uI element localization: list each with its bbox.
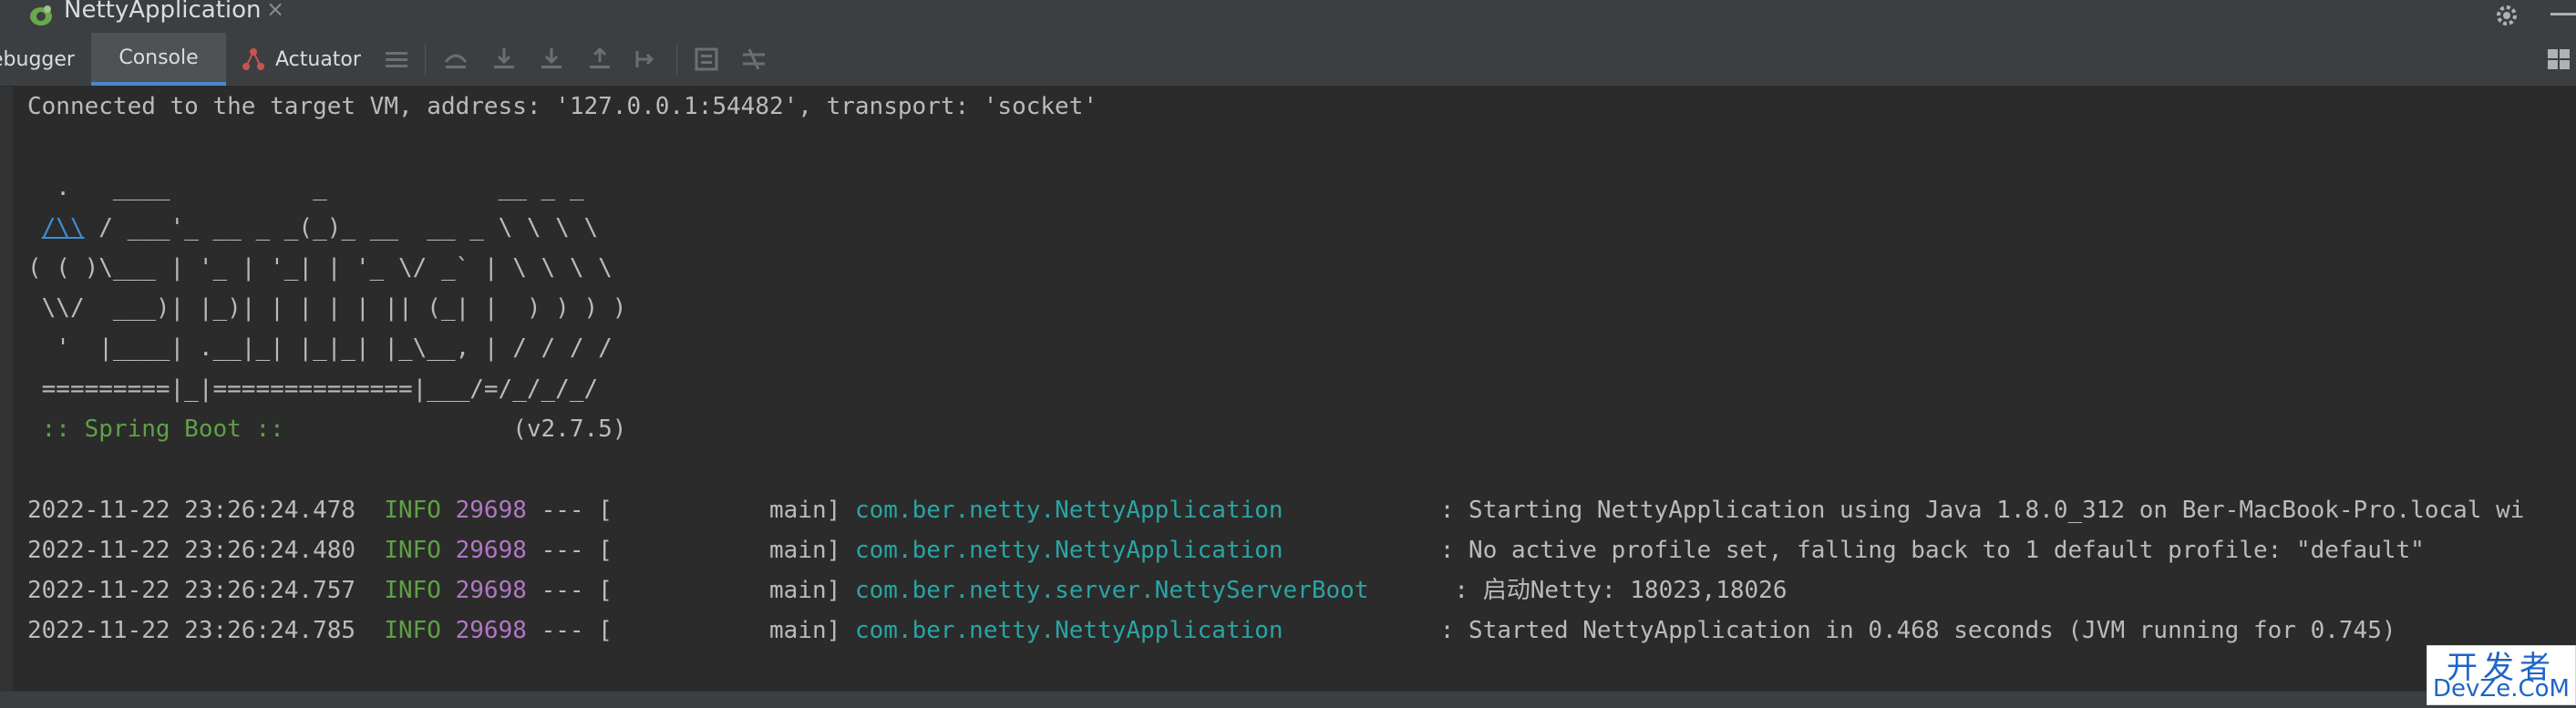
toolbar-separator: [676, 44, 677, 75]
banner-line: \\/ ___)| |_)| | | | | || (_| | ) ) ) ): [27, 294, 627, 322]
spring-boot-version: (v2.7.5): [298, 416, 627, 443]
log-pid: 29698: [455, 617, 527, 644]
log-message: : Starting NettyApplication using Java 1…: [1426, 497, 2525, 524]
banner-line: . ____ _ __ _ _: [27, 174, 584, 201]
log-logger[interactable]: com.ber.netty.server.NettyServerBoot: [855, 577, 1440, 604]
tab-console-label: Console: [118, 46, 199, 69]
console-gutter: [0, 87, 13, 691]
spring-boot-version-line: :: Spring Boot :: (v2.7.5): [27, 411, 627, 447]
log-level: INFO: [384, 617, 441, 644]
spring-boot-icon: [30, 5, 52, 26]
trace-icon[interactable]: [740, 46, 768, 73]
actuator-icon: [242, 48, 264, 70]
log-timestamp: 2022-11-22 23:26:24.478: [27, 497, 356, 524]
log-level: INFO: [384, 497, 441, 524]
log-message: : No active profile set, falling back to…: [1426, 537, 2425, 564]
watermark-logo: 开发者 DevZe.CoM: [2427, 645, 2576, 705]
close-icon[interactable]: ×: [266, 0, 284, 22]
tab-debugger[interactable]: ebugger: [0, 33, 75, 86]
log-pid: 29698: [455, 497, 527, 524]
log-timestamp: 2022-11-22 23:26:24.480: [27, 537, 356, 564]
log-logger[interactable]: com.ber.netty.NettyApplication: [855, 537, 1426, 564]
log-pid: 29698: [455, 537, 527, 564]
log-sep: --- [: [541, 497, 613, 524]
log-line: 2022-11-22 23:26:24.757 INFO 29698 --- […: [27, 572, 1787, 609]
spring-boot-label: :: Spring Boot ::: [27, 416, 299, 443]
log-pid: 29698: [455, 577, 527, 604]
layout-icon[interactable]: [2545, 46, 2572, 73]
banner-line: /\\ / ___'_ __ _ _(_)_ __ __ _ \ \ \ \: [27, 210, 599, 246]
step-over-icon[interactable]: [442, 46, 469, 73]
banner-line: =========|_|==============|___/=/_/_/_/: [27, 375, 599, 403]
log-timestamp: 2022-11-22 23:26:24.785: [27, 617, 356, 644]
run-tab-label: NettyApplication: [64, 0, 262, 24]
log-level: INFO: [384, 537, 441, 564]
tab-console[interactable]: Console: [91, 33, 226, 86]
bottom-tool-window-bar: [0, 691, 2576, 708]
banner-line-rest: / ___'_ __ _ _(_)_ __ __ _ \ \ \ \: [84, 214, 599, 241]
tab-debugger-label: ebugger: [0, 47, 75, 71]
minimize-icon[interactable]: [2543, 2, 2576, 29]
log-message: : Started NettyApplication in 0.468 seco…: [1426, 617, 2396, 644]
log-line: 2022-11-22 23:26:24.478 INFO 29698 --- […: [27, 492, 2524, 528]
log-logger[interactable]: com.ber.netty.NettyApplication: [855, 497, 1426, 524]
log-sep: --- [: [541, 537, 613, 564]
step-into-icon[interactable]: [490, 46, 518, 73]
force-step-into-icon[interactable]: [538, 46, 565, 73]
title-bar: NettyApplication ×: [0, 0, 2576, 34]
console-output[interactable]: Connected to the target VM, address: '12…: [0, 87, 2576, 691]
evaluate-expression-icon[interactable]: [693, 46, 720, 73]
log-thread: main]: [612, 617, 841, 644]
log-message: : 启动Netty: 18023,18026: [1439, 577, 1788, 604]
log-logger[interactable]: com.ber.netty.NettyApplication: [855, 617, 1426, 644]
banner-line: ( ( )\___ | '_ | '_| | '_ \/ _` | \ \ \ …: [27, 254, 613, 282]
log-timestamp: 2022-11-22 23:26:24.757: [27, 577, 356, 604]
banner-link[interactable]: /\\: [42, 214, 85, 241]
run-tab-netty-application[interactable]: NettyApplication ×: [0, 0, 292, 33]
log-thread: main]: [612, 577, 841, 604]
banner-line: ' |____| .__|_| |_|_| |_\__, | / / / /: [27, 334, 613, 362]
console-line-connected: Connected to the target VM, address: '12…: [27, 93, 1097, 120]
toolbar-separator: [425, 44, 426, 75]
watermark-bottom: DevZe.CoM: [2433, 675, 2570, 703]
log-thread: main]: [612, 497, 841, 524]
gear-icon[interactable]: [2493, 2, 2520, 29]
log-sep: --- [: [541, 577, 613, 604]
debug-toolbar: ebugger Console Actuator: [0, 33, 2576, 87]
menu-lines-icon[interactable]: [383, 46, 410, 73]
tab-actuator[interactable]: Actuator: [241, 33, 361, 86]
log-line: 2022-11-22 23:26:24.785 INFO 29698 --- […: [27, 612, 2396, 649]
log-sep: --- [: [541, 617, 613, 644]
log-thread: main]: [612, 537, 841, 564]
log-level: INFO: [384, 577, 441, 604]
log-line: 2022-11-22 23:26:24.480 INFO 29698 --- […: [27, 532, 2425, 569]
tab-actuator-label: Actuator: [275, 47, 361, 71]
step-out-icon[interactable]: [586, 46, 613, 73]
run-to-cursor-icon[interactable]: [634, 46, 661, 73]
